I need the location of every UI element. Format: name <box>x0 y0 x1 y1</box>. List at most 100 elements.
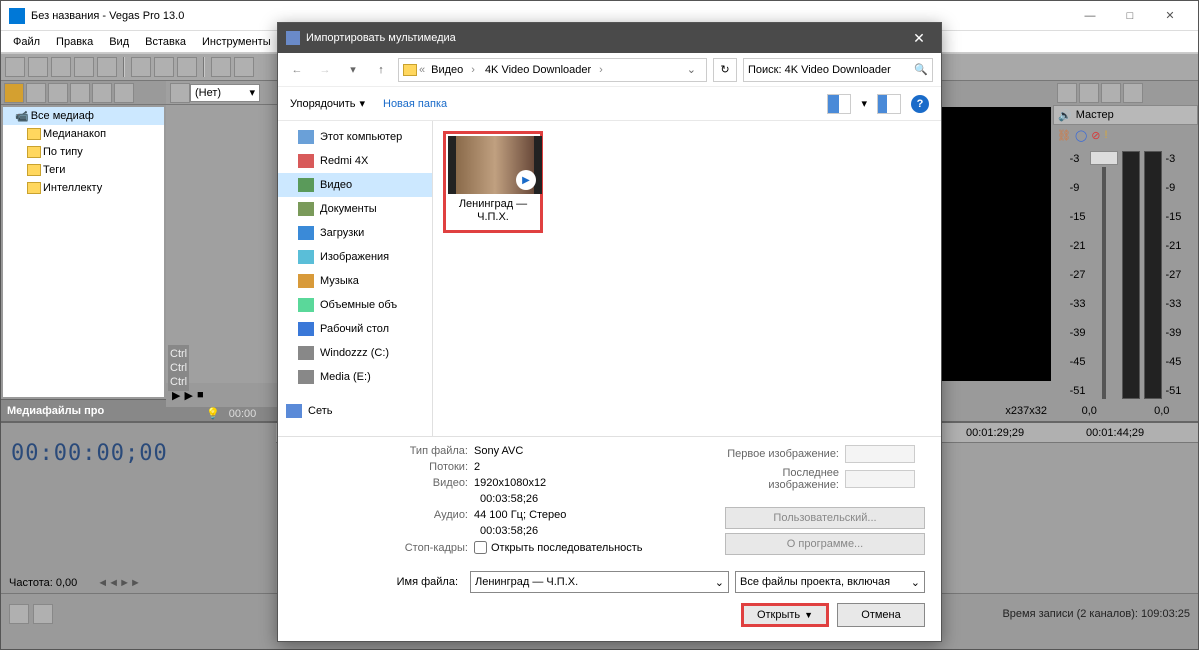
tool-save[interactable] <box>51 57 71 77</box>
refresh-button[interactable]: ↻ <box>713 58 737 82</box>
file-list[interactable]: ▶ Ленинград — Ч.П.Х. <box>433 121 941 436</box>
crumb-4k[interactable]: 4K Video Downloader <box>481 64 607 76</box>
tree-all-media[interactable]: 📹Все медиаф <box>3 107 164 125</box>
folder-icon <box>27 164 41 176</box>
tree-item[interactable]: Интеллекту <box>3 179 164 197</box>
menu-view[interactable]: Вид <box>101 33 137 51</box>
close-button[interactable]: ✕ <box>1150 2 1190 30</box>
maximize-button[interactable]: □ <box>1110 2 1150 30</box>
mute-icon[interactable]: ⊘ <box>1091 129 1100 142</box>
circle-icon[interactable]: ◯ <box>1075 129 1087 142</box>
file-item-selected[interactable]: ▶ Ленинград — Ч.П.Х. <box>443 131 543 233</box>
tool-open[interactable] <box>28 57 48 77</box>
tree-desktop[interactable]: Рабочий стол <box>278 317 432 341</box>
media-btn[interactable] <box>48 83 68 103</box>
tool-redo[interactable] <box>234 57 254 77</box>
tree-video[interactable]: Видео <box>278 173 432 197</box>
camera-icon: 📹 <box>15 110 29 123</box>
timecode-small: 00:00 <box>223 408 257 420</box>
dialog-titlebar: Импортировать мультимедиа ✕ <box>278 23 941 53</box>
dialog-tree[interactable]: Этот компьютер Redmi 4X Видео Документы … <box>278 121 433 436</box>
media-btn[interactable] <box>4 83 24 103</box>
crumb-video[interactable]: Видео <box>427 64 479 76</box>
crumb-dropdown[interactable]: ⌄ <box>681 63 702 76</box>
fader-track[interactable] <box>1102 167 1106 399</box>
timecode-display[interactable]: 00:00:00;00 <box>1 423 276 484</box>
link-icon[interactable]: ⛓ <box>1057 129 1071 142</box>
tree-item[interactable]: Теги <box>3 161 164 179</box>
tool-btn[interactable] <box>33 604 53 624</box>
solo-icon[interactable]: ! <box>1105 129 1108 141</box>
master-btn[interactable] <box>1101 83 1121 103</box>
tree-this-pc[interactable]: Этот компьютер <box>278 125 432 149</box>
tree-disk-e[interactable]: Media (E:) <box>278 365 432 389</box>
tree-3d[interactable]: Объемные объ <box>278 293 432 317</box>
menu-insert[interactable]: Вставка <box>137 33 194 51</box>
tree-documents[interactable]: Документы <box>278 197 432 221</box>
organize-button[interactable]: Упорядочить▾ <box>290 97 365 110</box>
master-meters: -3-9-15-21-27-33-39-45-51 -3-9-15-21-27-… <box>1053 145 1198 405</box>
tool-render[interactable] <box>74 57 94 77</box>
nav-forward-button[interactable]: → <box>314 59 336 81</box>
filetype-filter[interactable]: Все файлы проекта, включая⌄ <box>735 571 925 593</box>
tool-btn[interactable] <box>9 604 29 624</box>
tool-undo[interactable] <box>211 57 231 77</box>
search-icon: 🔍 <box>914 63 928 76</box>
tree-item[interactable]: Медианакоп <box>3 125 164 143</box>
bulb-icon: 💡 <box>166 408 220 420</box>
minimize-button[interactable]: — <box>1070 2 1110 30</box>
search-input[interactable]: Поиск: 4K Video Downloader🔍 <box>743 58 933 82</box>
master-btn[interactable] <box>1079 83 1099 103</box>
about-button[interactable]: О программе... <box>725 533 925 555</box>
nav-up-button[interactable]: ↑ <box>370 59 392 81</box>
meter-r <box>1144 151 1162 399</box>
fader-cap[interactable] <box>1090 151 1118 165</box>
music-icon <box>298 274 314 288</box>
tool-copy[interactable] <box>154 57 174 77</box>
help-button[interactable]: ? <box>911 95 929 113</box>
dialog-close-button[interactable]: ✕ <box>905 27 933 49</box>
tool-props[interactable] <box>97 57 117 77</box>
tree-music[interactable]: Музыка <box>278 269 432 293</box>
menu-edit[interactable]: Правка <box>48 33 101 51</box>
open-button[interactable]: Открыть▼ <box>741 603 829 627</box>
tool-new[interactable] <box>5 57 25 77</box>
stop-icon[interactable]: ■ <box>197 389 204 401</box>
media-btn[interactable] <box>70 83 90 103</box>
downloads-icon <box>298 226 314 240</box>
tool-cut[interactable] <box>131 57 151 77</box>
tree-disk-c[interactable]: Windozzz (C:) <box>278 341 432 365</box>
tree-phone[interactable]: Redmi 4X <box>278 149 432 173</box>
new-folder-button[interactable]: Новая папка <box>383 98 447 110</box>
cancel-button[interactable]: Отмена <box>837 603 925 627</box>
media-btn[interactable] <box>26 83 46 103</box>
tree-pictures[interactable]: Изображения <box>278 245 432 269</box>
tree-item[interactable]: По типу <box>3 143 164 161</box>
desktop-icon <box>298 322 314 336</box>
center-btn[interactable] <box>170 83 190 103</box>
scrub-icon[interactable]: ◄◄►► <box>97 577 141 589</box>
breadcrumb[interactable]: « Видео 4K Video Downloader ⌄ <box>398 58 707 82</box>
tool-paste[interactable] <box>177 57 197 77</box>
media-btn[interactable] <box>114 83 134 103</box>
menu-tools[interactable]: Инструменты <box>194 33 279 51</box>
fx-dropdown[interactable]: (Нет)▾ <box>190 84 260 102</box>
nav-recent-button[interactable]: ▾ <box>342 59 364 81</box>
master-btn[interactable] <box>1057 83 1077 103</box>
master-header[interactable]: 🔊 Мастер <box>1053 105 1198 125</box>
media-tab[interactable]: Медиафайлы про <box>1 399 166 421</box>
view-mode-button[interactable] <box>827 94 851 114</box>
tree-downloads[interactable]: Загрузки <box>278 221 432 245</box>
custom-button[interactable]: Пользовательский... <box>725 507 925 529</box>
media-btn[interactable] <box>92 83 112 103</box>
nav-back-button[interactable]: ← <box>286 59 308 81</box>
tree-network[interactable]: Сеть <box>278 399 432 423</box>
media-tree[interactable]: 📹Все медиаф Медианакоп По типу Теги Инте… <box>3 107 164 397</box>
filename-input[interactable]: Ленинград — Ч.П.Х.⌄ <box>470 571 729 593</box>
menu-file[interactable]: Файл <box>5 33 48 51</box>
preview-pane-button[interactable] <box>877 94 901 114</box>
sequence-checkbox[interactable] <box>474 541 487 554</box>
master-btn[interactable] <box>1123 83 1143 103</box>
dropdown-arrow[interactable]: ▾ <box>861 97 867 110</box>
separator <box>203 57 205 77</box>
